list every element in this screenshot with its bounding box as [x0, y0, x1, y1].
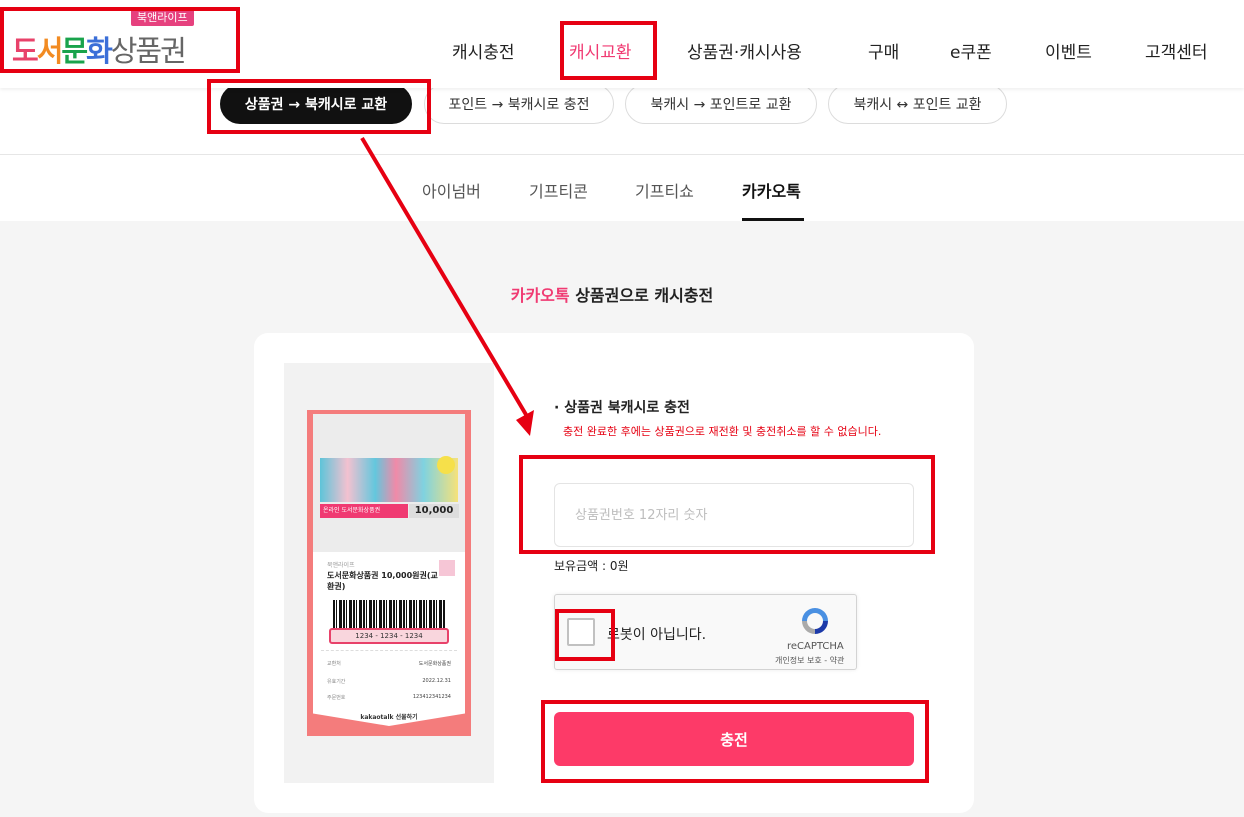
- page: 북앤라이프 도서문화상품권 캐시충전 캐시교환 상품권·캐시사용 구매 e쿠폰 …: [0, 0, 1244, 817]
- annotation-arrow-icon: [360, 136, 534, 436]
